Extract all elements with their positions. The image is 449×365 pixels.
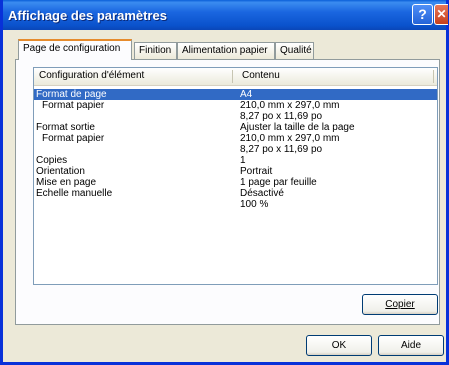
row-item: Echelle manuelle: [36, 188, 113, 199]
row-value: Portrait: [240, 166, 273, 177]
table-row[interactable]: Format papier 210,0 mm x 297,0 mm: [34, 100, 437, 111]
row-item: Format papier: [42, 133, 105, 144]
help-title-button[interactable]: ?: [412, 4, 433, 25]
row-item: Format sortie: [36, 122, 95, 133]
copy-button-label: Copier: [385, 299, 415, 310]
table-row[interactable]: Format sortie Ajuster la taille de la pa…: [34, 122, 437, 133]
row-item: Copies: [36, 155, 68, 166]
column-divider[interactable]: [232, 70, 233, 83]
row-value: 210,0 mm x 297,0 mm: [240, 133, 340, 144]
table-row[interactable]: 100 %: [34, 199, 437, 210]
row-value: Désactivé: [240, 188, 284, 199]
row-item: Format papier: [42, 100, 105, 111]
help-button[interactable]: Aide: [378, 335, 444, 356]
column-header-item[interactable]: Configuration d'élément: [39, 70, 144, 81]
window-title: Affichage des paramètres: [8, 8, 167, 23]
ok-button[interactable]: OK: [306, 335, 372, 356]
tab-page-configuration[interactable]: Page de configuration: [18, 39, 132, 60]
row-value: 8,27 po x 11,69 po: [240, 144, 323, 155]
row-item: Mise en page: [36, 177, 97, 188]
row-value: 210,0 mm x 297,0 mm: [240, 100, 340, 111]
ok-button-label: OK: [331, 340, 347, 351]
column-header-content[interactable]: Contenu: [242, 70, 280, 81]
row-item: Orientation: [36, 166, 85, 177]
row-item: Format de page: [36, 89, 107, 100]
tab-finition[interactable]: Finition: [134, 42, 177, 59]
question-icon: ?: [418, 6, 427, 22]
table-row[interactable]: 8,27 po x 11,69 po: [34, 144, 437, 155]
table-row[interactable]: Echelle manuelle Désactivé: [34, 188, 437, 199]
tab-alimentation-papier[interactable]: Alimentation papier: [177, 42, 275, 59]
table-row[interactable]: Copies 1: [34, 155, 437, 166]
row-value: 1: [240, 155, 246, 166]
table-row[interactable]: Format de page A4: [34, 89, 437, 100]
table-row[interactable]: 8,27 po x 11,69 po: [34, 111, 437, 122]
help-button-label: Aide: [400, 340, 421, 351]
row-value: 1 page par feuille: [240, 177, 317, 188]
table-row[interactable]: Mise en page 1 page par feuille: [34, 177, 437, 188]
column-divider[interactable]: [433, 70, 434, 83]
close-icon: ✕: [436, 7, 447, 21]
close-title-button[interactable]: ✕: [434, 4, 448, 25]
row-value: 8,27 po x 11,69 po: [240, 111, 323, 122]
copy-button[interactable]: Copier: [362, 294, 438, 315]
row-value: 100 %: [240, 199, 269, 210]
table-row[interactable]: Orientation Portrait: [34, 166, 437, 177]
row-value: A4: [240, 89, 253, 100]
row-value: Ajuster la taille de la page: [240, 122, 355, 133]
tab-qualite[interactable]: Qualité: [275, 42, 314, 59]
table-row[interactable]: Format papier 210,0 mm x 297,0 mm: [34, 133, 437, 144]
settings-list[interactable]: Configuration d'élément Contenu Format d…: [33, 67, 438, 285]
title-bar[interactable]: Affichage des paramètres ? ✕: [3, 0, 448, 30]
list-header: Configuration d'élément Contenu: [34, 68, 437, 86]
